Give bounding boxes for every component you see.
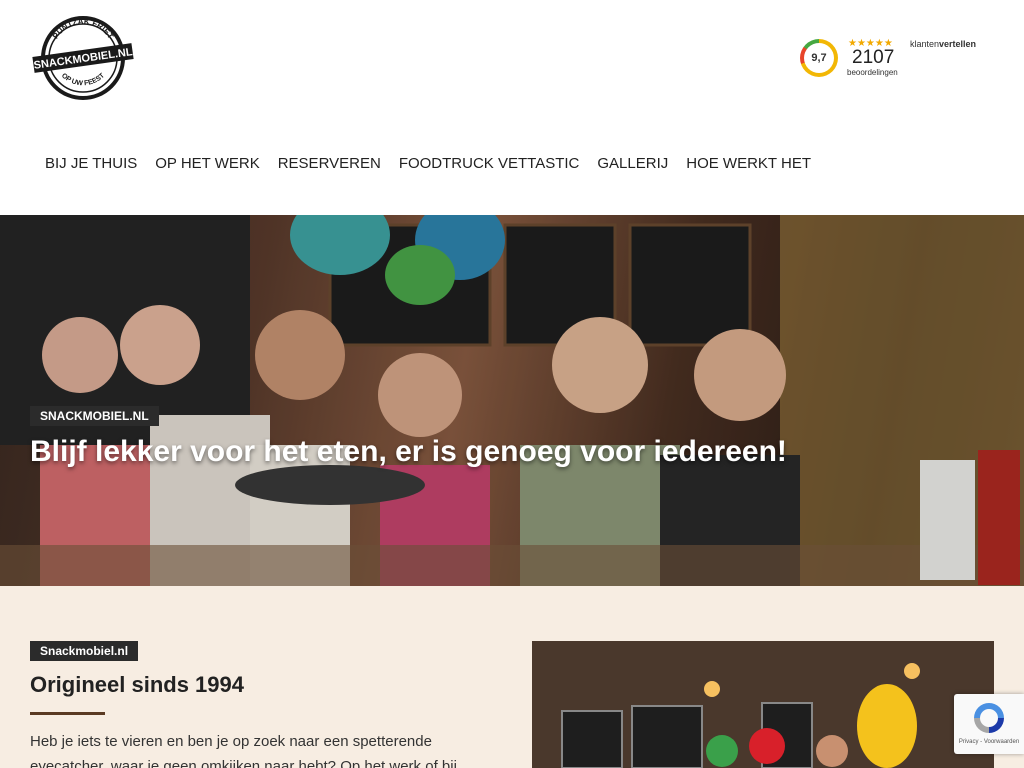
rating-brand: klantenvertellen — [910, 39, 976, 49]
main-nav: BIJ JE THUIS OP HET WERK RESERVEREN FOOD… — [45, 155, 829, 172]
recaptcha-icon — [974, 703, 1004, 733]
rating-brand-suffix: vertellen — [939, 39, 977, 49]
snackmobiel-logo[interactable]: PUNTZAK FRIET SNACKMOBIEL.NL OP UW FEEST — [31, 14, 135, 102]
hero-photo — [0, 215, 1024, 586]
nav-item-foodtruck-vettastic[interactable]: FOODTRUCK VETTASTIC — [399, 155, 580, 172]
intro-text: Heb je iets te vieren en ben je op zoek … — [30, 733, 457, 768]
recaptcha-links[interactable]: Privacy - Voorwaarden — [954, 739, 1024, 745]
intro-title: Origineel sinds 1994 — [30, 672, 244, 697]
nav-item-op-het-werk[interactable]: OP HET WERK — [155, 155, 259, 172]
klantenvertellen-widget[interactable]: 9,7 ★★★★★ klantenvertellen 2107 beoordel… — [800, 36, 1000, 80]
nav-item-reserveren[interactable]: RESERVEREN — [278, 155, 381, 172]
rating-count: 2107 — [852, 47, 895, 68]
recaptcha-badge[interactable]: Privacy - Voorwaarden — [954, 694, 1024, 754]
nav-item-bij-je-thuis[interactable]: BIJ JE THUIS — [45, 155, 137, 172]
intro-divider — [30, 712, 105, 715]
intro-badge: Snackmobiel.nl — [30, 641, 139, 661]
nav-item-gallerij[interactable]: GALLERIJ — [597, 155, 668, 172]
rating-count-label: beoordelingen — [847, 68, 898, 77]
rating-brand-prefix: klanten — [910, 39, 940, 49]
site-header: PUNTZAK FRIET SNACKMOBIEL.NL OP UW FEEST… — [0, 0, 1024, 215]
intro-photo — [532, 641, 994, 768]
rating-score-circle: 9,7 — [800, 39, 838, 77]
rating-score: 9,7 — [804, 43, 834, 73]
hero-banner: SNACKMOBIEL.NL Blijf lekker voor het ete… — [0, 215, 1024, 586]
intro-section: Snackmobiel.nl Origineel sinds 1994 Heb … — [0, 586, 1024, 768]
hero-badge: SNACKMOBIEL.NL — [30, 406, 159, 426]
nav-item-hoe-werkt-het[interactable]: HOE WERKT HET — [686, 155, 811, 172]
hero-title: Blijf lekker voor het eten, er is genoeg… — [30, 435, 787, 468]
